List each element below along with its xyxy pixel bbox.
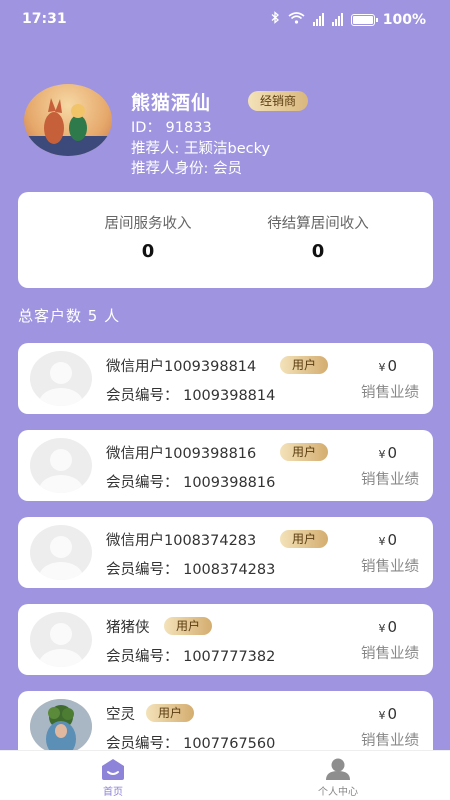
member-number: 会员编号： 1009398814 [106, 388, 276, 404]
list-item[interactable]: 微信用户1008374283 用户 会员编号： 1008374283 ¥0 销售… [18, 517, 433, 588]
sales-amount: ¥0 [378, 618, 397, 636]
user-badge: 用户 [164, 617, 213, 635]
sales-label: 销售业绩 [361, 472, 419, 488]
tab-home-label: 首页 [103, 787, 123, 798]
list-item[interactable]: 猪猪侠 用户 会员编号： 1007777382 ¥0 销售业绩 [18, 604, 433, 675]
signal-icon-2 [331, 13, 343, 26]
member-number: 会员编号： 1008374283 [106, 562, 276, 578]
customer-name: 微信用户1009398814 [106, 359, 257, 375]
user-badge: 用户 [146, 704, 195, 722]
referrer: 推荐人: 王颖洁becky [131, 141, 271, 157]
user-badge: 用户 [280, 530, 329, 548]
income-card: 居间服务收入 0 待结算居间收入 0 [18, 192, 433, 288]
tab-home[interactable]: 首页 [68, 757, 158, 798]
home-icon [68, 757, 158, 781]
currency-symbol: ¥ [378, 622, 386, 635]
default-avatar-icon [30, 525, 92, 580]
pending-income-label: 待结算居间收入 [267, 216, 369, 232]
currency-symbol: ¥ [378, 448, 386, 461]
default-avatar-icon [30, 351, 92, 406]
profile-header: 熊猫酒仙 经销商 ID： 91833 推荐人: 王颖洁becky 推荐人身份: … [0, 80, 450, 180]
amount-value: 0 [387, 618, 397, 636]
avatar[interactable] [24, 84, 112, 156]
currency-symbol: ¥ [378, 709, 386, 722]
user-badge: 用户 [280, 443, 329, 461]
status-time: 17:31 [22, 11, 67, 27]
amount-value: 0 [387, 444, 397, 462]
signal-icon [312, 13, 324, 26]
customer-name: 微信用户1009398816 [106, 446, 257, 462]
service-income[interactable]: 居间服务收入 0 [58, 212, 238, 262]
referrer-role: 推荐人身份: 会员 [131, 161, 242, 177]
user-name: 熊猫酒仙 [131, 92, 212, 114]
member-number: 会员编号： 1007777382 [106, 649, 276, 665]
sales-amount: ¥0 [378, 531, 397, 549]
sales-label: 销售业绩 [361, 559, 419, 575]
sales-label: 销售业绩 [361, 646, 419, 662]
total-customers: 总客户数 5 人 [18, 307, 121, 325]
user-badge: 用户 [280, 356, 329, 374]
user-id: ID： 91833 [131, 120, 212, 136]
battery-percent: 100% [382, 11, 426, 28]
default-avatar-icon [30, 612, 92, 667]
amount-value: 0 [387, 357, 397, 375]
currency-symbol: ¥ [378, 535, 386, 548]
tab-profile[interactable]: 个人中心 [293, 757, 383, 798]
customer-name: 猪猪侠 [106, 620, 150, 636]
sales-amount: ¥0 [378, 357, 397, 375]
tab-bar: 首页 个人中心 [0, 750, 450, 800]
sales-amount: ¥0 [378, 705, 397, 723]
dealer-badge: 经销商 [248, 91, 309, 111]
bluetooth-icon [271, 11, 280, 28]
member-number: 会员编号： 1009398816 [106, 475, 276, 491]
sales-label: 销售业绩 [361, 385, 419, 401]
amount-value: 0 [387, 531, 397, 549]
customer-name: 空灵 [106, 707, 135, 723]
default-avatar-icon [30, 438, 92, 493]
customer-name: 微信用户1008374283 [106, 533, 257, 549]
service-income-label: 居间服务收入 [104, 216, 192, 232]
sales-amount: ¥0 [378, 444, 397, 462]
person-icon [293, 757, 383, 781]
tab-profile-label: 个人中心 [318, 787, 358, 798]
list-item[interactable]: 微信用户1009398816 用户 会员编号： 1009398816 ¥0 销售… [18, 430, 433, 501]
list-item[interactable]: 微信用户1009398814 用户 会员编号： 1009398814 ¥0 销售… [18, 343, 433, 414]
customer-list: 微信用户1009398814 用户 会员编号： 1009398814 ¥0 销售… [18, 343, 433, 778]
currency-symbol: ¥ [378, 361, 386, 374]
sales-label: 销售业绩 [361, 733, 419, 749]
wifi-icon [288, 11, 305, 28]
amount-value: 0 [387, 705, 397, 723]
pending-income[interactable]: 待结算居间收入 0 [228, 212, 408, 262]
status-icons: 100% [271, 11, 426, 28]
avatar [30, 699, 92, 754]
service-income-value: 0 [141, 241, 155, 262]
pending-income-value: 0 [311, 241, 325, 262]
status-bar: 17:31 100% [0, 0, 450, 38]
battery-icon [350, 13, 378, 26]
